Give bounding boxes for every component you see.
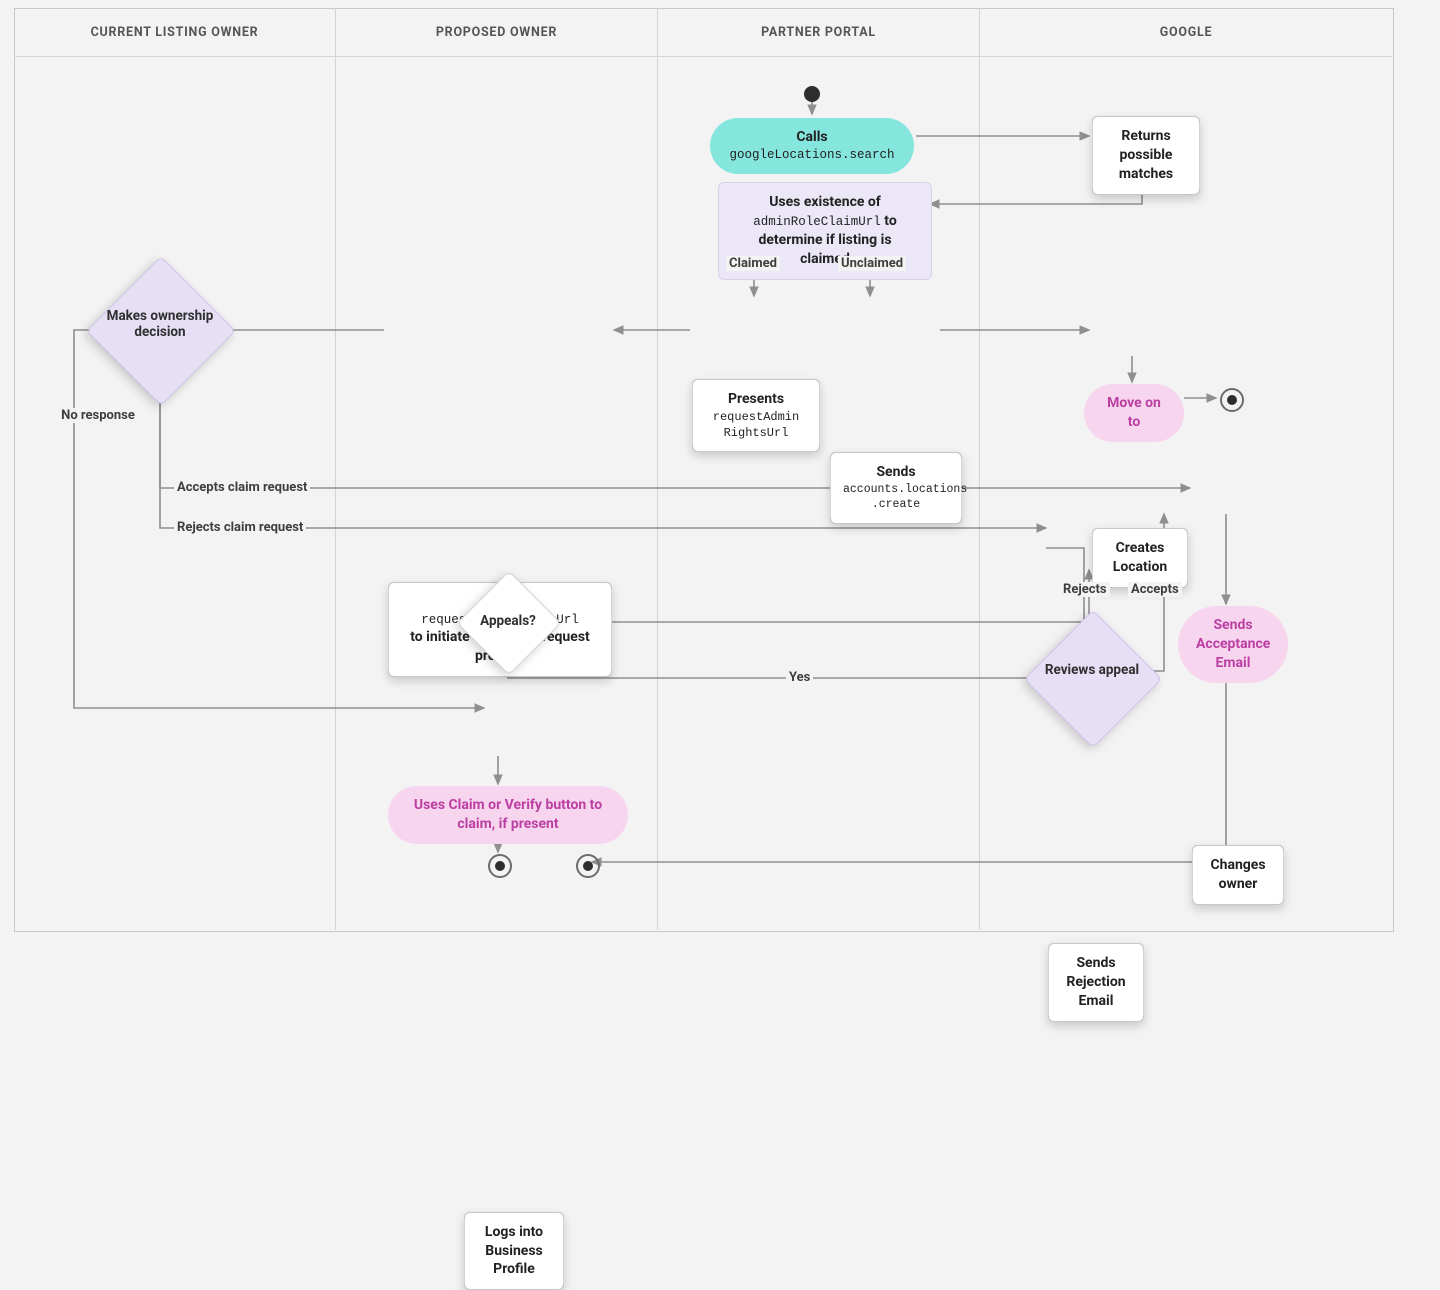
node-changes-owner: Changes owner: [1192, 845, 1284, 905]
node-creates-location: Creates Location: [1092, 528, 1188, 588]
label-yes: Yes: [786, 670, 813, 685]
swimlane-diagram: CURRENT LISTING OWNER PROPOSED OWNER PAR…: [0, 0, 1440, 1000]
t: Presents: [705, 390, 807, 409]
label-claimed: Claimed: [726, 256, 780, 271]
t: Sends Rejection Email: [1061, 954, 1131, 1011]
node-acceptance-email: Sends Acceptance Email: [1178, 606, 1288, 683]
t: Changes owner: [1205, 856, 1271, 894]
lane-head-current-owner: CURRENT LISTING OWNER: [14, 8, 335, 57]
t: Creates Location: [1105, 539, 1175, 577]
lane-head-proposed-owner: PROPOSED OWNER: [336, 8, 657, 57]
label-rejects: Rejects: [1060, 582, 1110, 597]
lane-current-owner: CURRENT LISTING OWNER: [14, 8, 336, 930]
node-calls-search: Calls googleLocations.search: [710, 118, 914, 174]
lane-head-partner-portal: PARTNER PORTAL: [658, 8, 979, 57]
node-move-on: Move on to: [1084, 384, 1184, 442]
text: Returns possible matches: [1105, 127, 1187, 184]
label-accepts-claim: Accepts claim request: [174, 480, 310, 495]
label-accepts: Accepts: [1128, 582, 1182, 597]
label-unclaimed: Unclaimed: [838, 256, 906, 271]
node-returns-matches: Returns possible matches: [1092, 116, 1200, 195]
end-node-1: [1220, 388, 1244, 412]
lane-head-google: GOOGLE: [980, 8, 1392, 57]
code: googleLocations.search: [728, 147, 896, 164]
end-node-3: [576, 854, 600, 878]
t: Reviews appeal: [1044, 662, 1140, 678]
label-no-response: No response: [50, 408, 146, 423]
t: Sends: [843, 463, 949, 482]
text: Calls: [728, 128, 896, 147]
t: Appeals?: [468, 613, 548, 629]
node-logs-in: Logs into Business Profile: [464, 1212, 564, 1290]
node-rejection-email: Sends Rejection Email: [1048, 943, 1144, 1022]
end-node-2: [488, 854, 512, 878]
node-sends-create: Sends accounts.locations .create: [830, 452, 962, 524]
code: adminRoleClaimUrl: [753, 215, 881, 229]
t: Logs into Business Profile: [477, 1223, 551, 1280]
t1: Uses existence of: [769, 194, 881, 210]
start-node: [804, 86, 820, 102]
node-uses-claim-button: Uses Claim or Verify button to claim, if…: [388, 786, 628, 844]
code: accounts.locations .create: [843, 482, 949, 513]
node-reviews-appeal: Reviews appeal: [1092, 678, 1093, 679]
t: Uses Claim or Verify button to claim, if…: [414, 797, 602, 832]
t: Move on to: [1107, 395, 1161, 430]
label-rejects-claim: Rejects claim request: [174, 520, 306, 535]
t: Makes ownership decision: [102, 308, 218, 340]
node-ownership-decision: Makes ownership decision: [160, 330, 161, 331]
code: requestAdmin RightsUrl: [705, 409, 807, 441]
t: Sends Acceptance Email: [1196, 617, 1270, 671]
node-presents-url: Presents requestAdmin RightsUrl: [692, 379, 820, 452]
node-appeals: Appeals?: [508, 622, 509, 623]
